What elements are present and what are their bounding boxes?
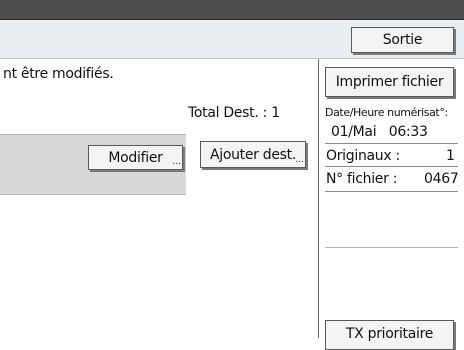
exit-button-label: Sortie (382, 32, 423, 48)
info-message: nt être modifiés. (3, 66, 114, 82)
side-panel-left-border (318, 59, 319, 338)
file-number-value: 0467 (424, 171, 459, 187)
modify-button-label: Modifier (108, 149, 163, 166)
ellipsis-indicator: ... (295, 155, 304, 165)
priority-tx-button[interactable]: TX prioritaire (325, 320, 454, 350)
side-divider (325, 247, 458, 248)
originals-label: Originaux : (326, 148, 400, 164)
side-divider (325, 143, 458, 144)
file-number-label: N° fichier : (326, 171, 398, 187)
priority-tx-label: TX prioritaire (345, 326, 434, 342)
side-divider (325, 191, 458, 192)
print-file-button[interactable]: Imprimer fichier (325, 67, 454, 97)
scan-date-label: Date/Heure numérisat°: (325, 106, 448, 119)
ellipsis-indicator: ... (172, 157, 181, 167)
add-destination-label: Ajouter dest. (209, 146, 297, 163)
modify-button[interactable]: Modifier ... (88, 145, 183, 170)
add-destination-button[interactable]: Ajouter dest. ... (200, 141, 306, 168)
print-file-label: Imprimer fichier (335, 74, 444, 90)
exit-button[interactable]: Sortie (351, 27, 454, 53)
side-divider (325, 166, 458, 167)
total-destinations: Total Dest. : 1 (188, 105, 280, 121)
originals-value: 1 (446, 148, 455, 164)
top-status-bar (0, 0, 464, 20)
scan-date-value: 01/Mai 06:33 (331, 124, 428, 140)
